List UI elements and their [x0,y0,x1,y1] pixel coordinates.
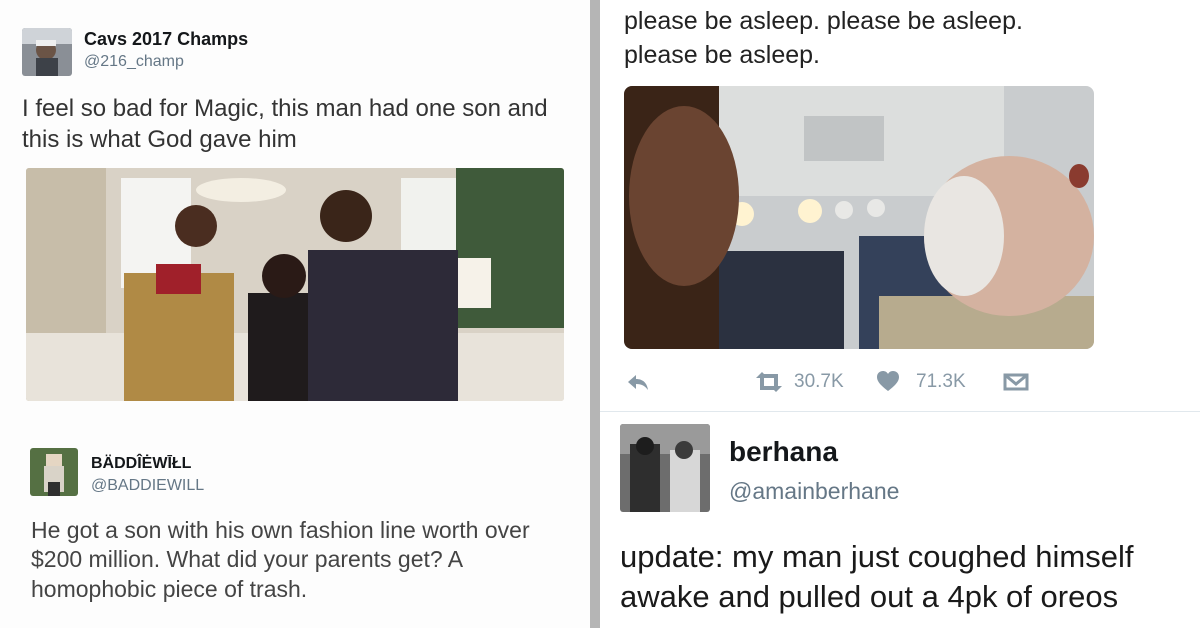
heart-icon[interactable] [874,368,904,396]
reply-icon[interactable] [624,368,654,396]
avatar-image-icon [30,448,78,496]
display-name[interactable]: berhana [729,436,838,468]
tweet-photo[interactable] [26,168,564,401]
retweet-icon[interactable] [752,368,786,396]
avatar-image-icon [620,424,710,512]
tweet-text: I feel so bad for Magic, this man had on… [22,95,548,153]
avatar-image-icon [22,28,72,76]
retweet-count: 30.7K [794,371,844,392]
tweet-photo[interactable] [624,86,1094,349]
display-name[interactable]: BÄDDÎĖWĪŁL [91,455,191,473]
like-count: 71.3K [916,371,966,392]
right-screenshot: please be asleep. please be asleep. plea… [600,0,1200,628]
avatar[interactable] [620,424,710,512]
user-handle[interactable]: @216_champ [84,53,184,71]
tweet-text: He got a son with his own fashion line w… [31,517,530,602]
tweet-text: update: my man just coughed himself awak… [620,539,1134,615]
left-screenshot: Cavs 2017 Champs @216_champ I feel so ba… [0,0,590,628]
airplane-selfie-photo-icon [624,86,1094,349]
panel-divider [590,0,600,628]
family-photo-icon [26,168,564,401]
avatar[interactable] [30,448,78,496]
user-handle[interactable]: @amainberhane [729,478,899,505]
display-name[interactable]: Cavs 2017 Champs [84,29,248,50]
tweet-actions: 30.7K 71.3K [624,368,1094,396]
divider-line [600,411,1200,412]
user-handle[interactable]: @BADDIEWILL [91,477,204,495]
tweet-text: please be asleep. please be asleep. plea… [624,7,1023,69]
direct-message-icon[interactable] [1002,370,1032,396]
avatar[interactable] [22,28,72,76]
